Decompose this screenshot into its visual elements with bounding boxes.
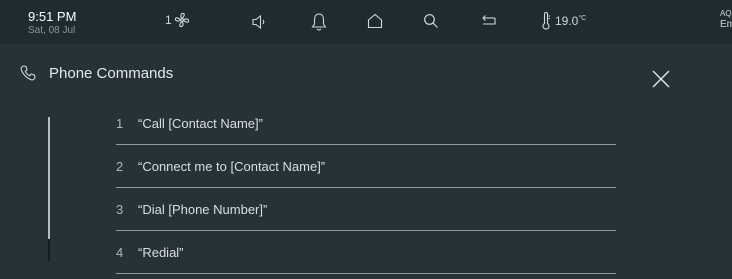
close-button[interactable] [649, 67, 673, 91]
command-text: “Call [Contact Name]” [138, 115, 263, 131]
aqi-indicator[interactable]: AQI Em [720, 9, 732, 30]
panel-title: Phone Commands [49, 64, 174, 82]
aqi-value: Em [720, 18, 732, 30]
back-icon[interactable] [480, 13, 498, 29]
list-item[interactable]: 1 “Call [Contact Name]” [116, 102, 616, 145]
phone-commands-panel: Phone Commands 1 “Call [Contact Name]” 2… [0, 44, 732, 279]
clock: 9:51 PM Sat, 08 Jul [28, 10, 76, 36]
status-bar: 9:51 PM Sat, 08 Jul 1 19.0°C AQ Em [0, 0, 732, 44]
list-item[interactable]: 3 “Dial [Phone Number]” [116, 188, 616, 231]
temperature-value: 19.0°C [555, 14, 587, 28]
command-text: “Redial” [138, 244, 184, 260]
command-list: 1 “Call [Contact Name]” 2 “Connect me to… [116, 102, 616, 274]
home-icon[interactable] [366, 12, 384, 30]
list-item[interactable]: 4 “Redial” [116, 231, 616, 274]
fan-control[interactable]: 1 [165, 11, 191, 29]
command-text: “Dial [Phone Number]” [138, 201, 268, 217]
aqi-label: AQI [720, 9, 732, 18]
command-number: 4 [116, 244, 124, 260]
search-icon[interactable] [422, 12, 440, 30]
close-icon [652, 70, 670, 88]
speaker-icon[interactable] [250, 13, 268, 31]
scrollbar-thumb[interactable] [48, 239, 50, 261]
temperature-control[interactable]: 19.0°C [541, 12, 586, 30]
command-text: “Connect me to [Contact Name]” [138, 158, 326, 174]
panel-header: Phone Commands [19, 64, 173, 82]
clock-time: 9:51 PM [28, 9, 77, 24]
bell-icon[interactable] [310, 12, 328, 32]
fan-level: 1 [165, 13, 172, 27]
command-number: 2 [116, 158, 124, 174]
command-number: 1 [116, 115, 124, 131]
thermometer-icon [542, 12, 550, 30]
phone-icon [20, 65, 36, 81]
command-number: 3 [116, 201, 124, 217]
clock-date: Sat, 08 Jul [28, 25, 76, 36]
fan-icon [174, 12, 189, 28]
list-item[interactable]: 2 “Connect me to [Contact Name]” [116, 145, 616, 188]
